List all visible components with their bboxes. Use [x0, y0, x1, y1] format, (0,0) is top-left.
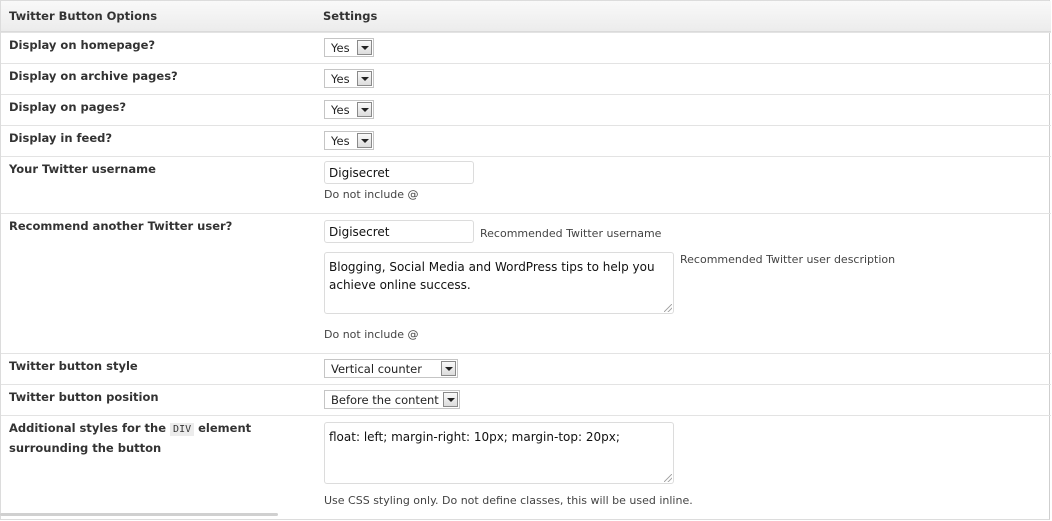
- settings-column-header: Settings: [323, 9, 377, 23]
- feed-select[interactable]: Yes: [324, 131, 374, 150]
- resize-grip-icon[interactable]: [664, 474, 672, 482]
- pages-label: Display on pages?: [9, 98, 126, 117]
- resize-grip-icon[interactable]: [664, 304, 672, 312]
- username-hint: Do not include @: [324, 188, 419, 201]
- archive-select-value: Yes: [331, 72, 350, 86]
- additional-styles-label: Additional styles for the DIV element su…: [9, 419, 251, 458]
- chevron-down-icon[interactable]: [357, 102, 372, 117]
- table-row: Display on archive pages? Yes: [1, 63, 1051, 94]
- table-row: Twitter button style Vertical counter: [1, 353, 1051, 384]
- table-row: Recommend another Twitter user? Digisecr…: [1, 213, 1051, 353]
- pages-select[interactable]: Yes: [324, 100, 374, 119]
- table-row: Display on pages? Yes: [1, 94, 1051, 125]
- recommend-username-input[interactable]: Digisecret: [324, 220, 474, 243]
- archive-label: Display on archive pages?: [9, 67, 178, 86]
- additional-styles-hint: Use CSS styling only. Do not define clas…: [324, 494, 693, 507]
- button-position-select[interactable]: Before the content: [324, 390, 460, 409]
- table-row: Your Twitter username Digisecret Do not …: [1, 156, 1051, 213]
- feed-label: Display in feed?: [9, 129, 112, 148]
- feed-select-value: Yes: [331, 134, 350, 148]
- recommend-label: Recommend another Twitter user?: [9, 217, 232, 236]
- recommend-username-label: Recommended Twitter username: [480, 227, 661, 240]
- additional-styles-label-post: element: [198, 421, 251, 435]
- homepage-label: Display on homepage?: [9, 36, 155, 55]
- table-row: Additional styles for the DIV element su…: [1, 415, 1051, 521]
- button-position-value: Before the content: [331, 393, 439, 407]
- additional-styles-label-pre: Additional styles for the: [9, 421, 166, 435]
- homepage-select-value: Yes: [331, 41, 350, 55]
- chevron-down-icon[interactable]: [441, 361, 456, 376]
- chevron-down-icon[interactable]: [357, 71, 372, 86]
- chevron-down-icon[interactable]: [357, 133, 372, 148]
- chevron-down-icon[interactable]: [357, 40, 372, 55]
- options-column-header: Twitter Button Options: [9, 9, 157, 23]
- table-row: Display in feed? Yes: [1, 125, 1051, 156]
- archive-select[interactable]: Yes: [324, 69, 374, 88]
- homepage-select[interactable]: Yes: [324, 38, 374, 57]
- table-row: Display on homepage? Yes: [1, 32, 1051, 63]
- table-header: Twitter Button Options Settings: [1, 1, 1051, 32]
- button-style-label: Twitter button style: [9, 357, 138, 376]
- additional-styles-textarea[interactable]: float: left; margin-right: 10px; margin-…: [324, 422, 674, 484]
- username-input[interactable]: Digisecret: [324, 161, 474, 184]
- button-style-value: Vertical counter: [331, 362, 422, 376]
- recommend-description-text: Blogging, Social Media and WordPress tip…: [329, 260, 655, 292]
- button-position-label: Twitter button position: [9, 388, 159, 407]
- recommend-description-textarea[interactable]: Blogging, Social Media and WordPress tip…: [324, 252, 674, 314]
- div-code-tag: DIV: [170, 423, 194, 436]
- chevron-down-icon[interactable]: [443, 392, 458, 407]
- table-row: Twitter button position Before the conte…: [1, 384, 1051, 415]
- additional-styles-label-line2: surrounding the button: [9, 441, 161, 455]
- pages-select-value: Yes: [331, 103, 350, 117]
- settings-table: Twitter Button Options Settings Display …: [0, 0, 1050, 520]
- recommend-hint: Do not include @: [324, 328, 419, 341]
- additional-styles-text: float: left; margin-right: 10px; margin-…: [329, 430, 620, 444]
- username-label: Your Twitter username: [9, 160, 156, 179]
- recommend-description-label: Recommended Twitter user description: [680, 253, 895, 266]
- button-style-select[interactable]: Vertical counter: [324, 359, 458, 378]
